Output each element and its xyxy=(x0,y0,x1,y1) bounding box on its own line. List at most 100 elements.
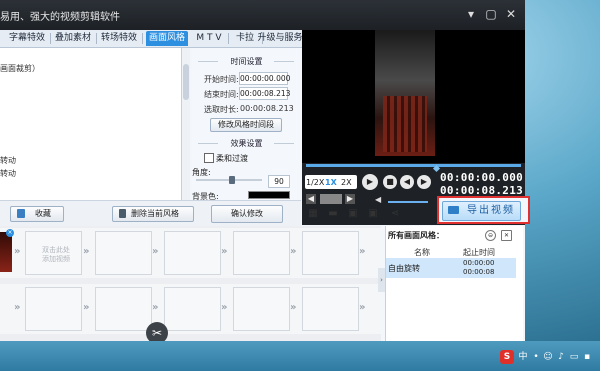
video-content xyxy=(383,96,427,152)
save-icon[interactable]: ▣ xyxy=(348,209,358,219)
chinese-mode-icon[interactable]: 中 xyxy=(518,351,528,363)
column-name: 名称 xyxy=(414,248,430,257)
volume-icon[interactable]: ◀ xyxy=(375,196,383,204)
tab-divider xyxy=(142,33,143,44)
applied-style-row[interactable]: 自由旋转 00:00:00 00:00:08 xyxy=(386,258,516,278)
previous-frame-icon[interactable]: ◀ xyxy=(400,175,414,189)
video-clip-thumbnail[interactable] xyxy=(0,232,12,272)
arrow-icon: » xyxy=(290,302,297,313)
arrow-icon: » xyxy=(14,246,21,257)
column-time: 起止时间 xyxy=(463,248,495,257)
start-time-label: 开始时间: xyxy=(204,75,239,84)
save-as-icon[interactable]: ▣ xyxy=(368,209,378,219)
system-tray: S 中 • ☺ ♪ ▭ ▪ xyxy=(498,349,600,365)
arrow-icon: » xyxy=(152,302,159,313)
move-up-icon[interactable]: ⊖ xyxy=(485,230,496,241)
timeline: » » » » » » » » » » » » xyxy=(0,226,381,341)
zoom-out-icon[interactable]: ◀ xyxy=(306,194,316,204)
speed-2x[interactable]: 2X xyxy=(341,177,352,189)
timeline-slot[interactable] xyxy=(95,287,152,331)
favorite-label: 收藏 xyxy=(35,209,51,218)
export-icon xyxy=(448,206,459,214)
tab-mtv[interactable]: M T V xyxy=(192,31,226,46)
tab-transition[interactable]: 转场特效 xyxy=(98,31,140,46)
maximize-button[interactable]: ▢ xyxy=(482,6,500,22)
title-bar: 易用、强大的视频剪辑软件 ▾ ▢ ✕ xyxy=(0,0,525,30)
panel-toggle-icon[interactable]: › xyxy=(378,268,385,292)
timeline-slot[interactable] xyxy=(25,287,82,331)
stop-icon[interactable]: ■ xyxy=(383,175,397,189)
minimize-button[interactable]: ▾ xyxy=(462,6,480,22)
style-list-item[interactable]: 转动 xyxy=(0,155,16,166)
timeline-slot[interactable] xyxy=(233,231,290,275)
timeline-slot[interactable] xyxy=(164,231,221,275)
window-title: 易用、强大的视频剪辑软件 xyxy=(0,12,120,23)
arrow-icon: » xyxy=(359,302,366,313)
tab-subtitle-effects[interactable]: 字幕特效 xyxy=(6,31,48,46)
start-time-field[interactable]: 00:00:00.000 xyxy=(239,72,290,85)
zoom-in-icon[interactable]: ▶ xyxy=(345,194,355,204)
close-button[interactable]: ✕ xyxy=(502,6,520,22)
arrow-icon: » xyxy=(152,246,159,257)
duration-value: 00:00:08.213 xyxy=(240,104,294,113)
microphone-icon[interactable]: ♪ xyxy=(556,351,566,363)
arrow-icon: » xyxy=(221,246,228,257)
settings-panel: 时间设置 开始时间: 00:00:00.000 结束时间: 00:00:08.2… xyxy=(192,48,301,201)
preview-toolbar: ▦ ▬ ▣ ▣ ⋖ xyxy=(302,205,437,225)
angle-label: 角度: xyxy=(192,168,211,177)
keyboard-icon[interactable]: ▭ xyxy=(569,351,579,363)
timeline-slot[interactable] xyxy=(164,287,221,331)
tab-upgrade[interactable]: 升级与服务 xyxy=(257,31,303,46)
ime-logo-icon[interactable]: S xyxy=(500,350,514,364)
timeline-slot[interactable] xyxy=(233,287,290,331)
applied-styles-title: 所有画面风格： xyxy=(388,231,444,240)
emoji-icon[interactable]: ☺ xyxy=(543,351,553,363)
timeline-slot[interactable] xyxy=(95,231,152,275)
style-operations-bar: 收藏 删除当前风格 确认修改 xyxy=(0,200,301,227)
effect-settings-title: 效果设置 xyxy=(230,139,263,148)
open-folder-icon[interactable]: ▬ xyxy=(328,209,338,219)
applied-style-end: 00:00:08 xyxy=(463,268,495,276)
style-list-item[interactable]: 转动 xyxy=(0,168,16,179)
tab-picture-style[interactable]: 画面风格 xyxy=(146,31,188,46)
speed-1x[interactable]: 1X xyxy=(325,177,337,189)
duration-label: 选取时长: xyxy=(204,105,239,114)
modify-style-time-button[interactable]: 修改风格时间段 xyxy=(210,118,282,132)
playback-progress-bar[interactable] xyxy=(306,164,521,167)
time-settings-title: 时间设置 xyxy=(230,57,263,66)
arrow-icon: » xyxy=(14,302,21,313)
fade-label: 柔和过渡 xyxy=(216,154,248,163)
tab-karaoke[interactable]: 卡拉OK xyxy=(230,31,260,58)
applied-style-start: 00:00:00 xyxy=(463,259,495,267)
apps-icon[interactable]: ▪ xyxy=(582,351,592,363)
favorite-button[interactable]: 收藏 xyxy=(10,206,64,222)
volume-slider[interactable] xyxy=(388,201,428,203)
background-color-swatch[interactable] xyxy=(248,191,290,199)
angle-input[interactable]: 90 xyxy=(268,175,290,188)
add-video-placeholder[interactable]: 双击此处 添加视频 xyxy=(36,246,76,264)
confirm-modify-button[interactable]: 确认修改 xyxy=(211,205,283,223)
delete-style-button[interactable]: 删除当前风格 xyxy=(112,206,194,222)
app-window: 易用、强大的视频剪辑软件 ▾ ▢ ✕ 字幕特效 叠加素材 转场特效 画面风格 M… xyxy=(0,0,530,344)
fade-checkbox[interactable] xyxy=(204,153,214,163)
remove-clip-icon[interactable]: × xyxy=(6,229,14,237)
angle-slider-thumb[interactable] xyxy=(229,176,236,184)
punctuation-icon[interactable]: • xyxy=(531,351,541,363)
timeline-slot[interactable] xyxy=(302,287,359,331)
end-time-field[interactable]: 00:00:08.213 xyxy=(239,87,290,100)
applied-styles-panel xyxy=(385,226,523,341)
play-icon[interactable]: ▶ xyxy=(362,174,378,190)
arrow-icon: » xyxy=(83,246,90,257)
snapshot-icon[interactable]: ▦ xyxy=(308,209,318,219)
speed-half[interactable]: 1/2X xyxy=(306,177,324,189)
scrollbar-thumb[interactable] xyxy=(183,64,189,100)
style-list-item[interactable]: 画面裁剪） xyxy=(0,63,40,74)
share-icon[interactable]: ⋖ xyxy=(390,209,400,219)
timeline-slot[interactable] xyxy=(302,231,359,275)
zoom-slider[interactable] xyxy=(320,194,342,204)
arrow-icon: » xyxy=(221,302,228,313)
tab-overlay[interactable]: 叠加素材 xyxy=(52,31,94,46)
next-frame-icon[interactable]: ▶ xyxy=(417,175,431,189)
delete-icon[interactable]: ✕ xyxy=(501,230,512,241)
style-list: 画面裁剪） 转动 转动 xyxy=(0,48,182,200)
